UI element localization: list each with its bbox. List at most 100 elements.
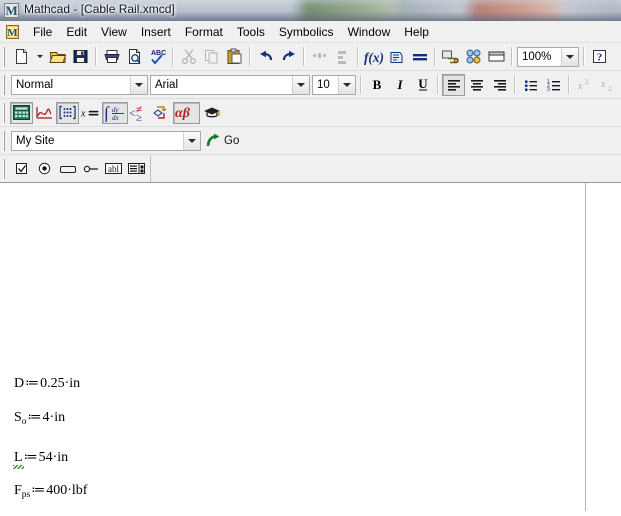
zoom-combo[interactable]: 100% xyxy=(517,46,579,67)
copy-icon[interactable] xyxy=(200,46,223,68)
zoom-dropdown-arrow-icon[interactable] xyxy=(561,47,578,66)
toolbar-separator xyxy=(357,47,359,66)
toolbar-separator xyxy=(511,47,513,66)
insert-hyperlink-icon[interactable] xyxy=(439,46,462,68)
font-size-dropdown-arrow-icon[interactable] xyxy=(338,75,355,94)
redo-icon[interactable] xyxy=(277,46,300,68)
document-worksheet[interactable]: D≔0.25·in So≔4·in L≔54·in Fps≔400·lbf w≔… xyxy=(0,182,621,511)
subscript-icon[interactable]: x 2 xyxy=(596,74,619,96)
eq-value: 0.25 xyxy=(40,376,65,391)
menu-view[interactable]: View xyxy=(94,23,134,41)
align-down-icon[interactable] xyxy=(331,46,354,68)
align-across-icon[interactable] xyxy=(308,46,331,68)
align-center-icon[interactable] xyxy=(465,74,488,96)
font-family-combo[interactable]: Arial xyxy=(150,74,310,95)
toolbar-separator xyxy=(172,47,174,66)
paragraph-style-combo[interactable]: Normal xyxy=(11,74,148,95)
new-document-dropdown-icon[interactable] xyxy=(33,46,46,68)
bulleted-list-icon[interactable] xyxy=(519,74,542,96)
menu-format[interactable]: Format xyxy=(178,23,230,41)
svg-text:2: 2 xyxy=(608,85,612,92)
graph-palette-icon[interactable] xyxy=(33,102,56,124)
print-icon[interactable] xyxy=(100,46,123,68)
align-right-icon[interactable] xyxy=(488,74,511,96)
eq-var-subscript: o xyxy=(21,417,27,427)
text-box-control-icon[interactable]: abl xyxy=(102,158,125,180)
menu-symbolics[interactable]: Symbolics xyxy=(272,23,341,41)
toolbar-separator xyxy=(249,47,251,66)
cut-icon[interactable] xyxy=(177,46,200,68)
insert-function-icon[interactable]: f(x) xyxy=(362,46,385,68)
font-family-value: Arial xyxy=(155,78,179,91)
save-icon[interactable] xyxy=(69,46,92,68)
undo-icon[interactable] xyxy=(254,46,277,68)
formatting-toolbar: Normal Arial 10 B I U 1 2 3 x 2 x 2 xyxy=(0,71,621,99)
svg-text:dx: dx xyxy=(112,114,120,122)
menu-insert[interactable]: Insert xyxy=(134,23,178,41)
equation-post-force[interactable]: Fps≔400·lbf xyxy=(14,484,87,501)
calculus-palette-icon[interactable]: ∫ dy dx xyxy=(102,101,128,124)
toolbar-gripper[interactable] xyxy=(2,158,8,179)
evaluation-palette-icon[interactable]: x xyxy=(79,102,102,124)
toolbar-separator xyxy=(303,47,305,66)
italic-icon[interactable]: I xyxy=(388,74,411,96)
toolbar-gripper[interactable] xyxy=(2,130,8,151)
underline-icon[interactable]: U xyxy=(411,74,434,96)
radio-button-control-icon[interactable] xyxy=(33,158,56,180)
svg-text:x: x xyxy=(600,79,606,90)
font-family-dropdown-arrow-icon[interactable] xyxy=(292,75,309,94)
toolbar-gripper[interactable] xyxy=(2,102,8,123)
menu-window[interactable]: Window xyxy=(341,23,398,41)
bold-icon[interactable]: B xyxy=(365,74,388,96)
menu-help[interactable]: Help xyxy=(397,23,436,41)
equation-spacing[interactable]: So≔4·in xyxy=(14,411,65,428)
web-address-dropdown-arrow-icon[interactable] xyxy=(183,131,200,150)
equation-length[interactable]: L≔54·in xyxy=(13,450,68,469)
svg-text:x: x xyxy=(80,108,86,119)
eq-var-subscript: ps xyxy=(21,490,31,500)
programming-palette-icon[interactable] xyxy=(150,102,173,124)
go-button[interactable]: Go xyxy=(202,133,243,149)
web-address-combo[interactable]: My Site xyxy=(11,130,201,151)
font-size-combo[interactable]: 10 xyxy=(312,74,356,95)
equation-diameter[interactable]: D≔0.25·in xyxy=(14,377,80,391)
calculator-palette-icon[interactable] xyxy=(10,101,33,124)
superscript-icon[interactable]: x 2 xyxy=(573,74,596,96)
menu-tools[interactable]: Tools xyxy=(230,23,272,41)
mathcad-document-icon[interactable]: M xyxy=(5,24,21,40)
menu-bar: M File Edit View Insert Format Tools Sym… xyxy=(0,21,621,43)
paragraph-style-dropdown-arrow-icon[interactable] xyxy=(130,75,147,94)
insert-unit-icon[interactable] xyxy=(385,46,408,68)
eq-var: S xyxy=(14,410,22,425)
eq-unit: lbf xyxy=(71,483,88,498)
checkbox-control-icon[interactable] xyxy=(10,158,33,180)
eq-value: 54 xyxy=(38,450,53,465)
list-box-control-icon[interactable] xyxy=(125,158,148,180)
new-document-icon[interactable] xyxy=(10,46,33,68)
open-icon[interactable] xyxy=(46,46,69,68)
numbered-list-icon[interactable]: 123 xyxy=(542,74,565,96)
toolbar-gripper[interactable] xyxy=(2,46,8,67)
calculate-icon[interactable] xyxy=(408,46,431,68)
toolbar-gripper[interactable] xyxy=(2,74,8,95)
spellcheck-icon[interactable]: ABC xyxy=(146,46,169,68)
matrix-palette-icon[interactable] xyxy=(56,101,79,124)
greek-palette-icon[interactable]: αβ xyxy=(173,101,200,124)
toolbar-separator xyxy=(583,47,585,66)
context-help-icon[interactable]: ? xyxy=(588,46,611,68)
menu-file[interactable]: File xyxy=(26,23,59,41)
insert-area-icon[interactable] xyxy=(485,46,508,68)
eq-value: 4 xyxy=(42,410,50,425)
symbolic-palette-icon[interactable] xyxy=(200,102,223,124)
align-left-icon[interactable] xyxy=(442,73,465,96)
menu-edit[interactable]: Edit xyxy=(59,23,94,41)
eq-value: 400 xyxy=(46,483,68,498)
slider-control-icon[interactable] xyxy=(79,158,102,180)
insert-component-icon[interactable] xyxy=(462,46,485,68)
svg-text:f(x): f(x) xyxy=(364,49,384,64)
push-button-control-icon[interactable] xyxy=(56,158,79,180)
paste-icon[interactable] xyxy=(223,46,246,68)
print-preview-icon[interactable] xyxy=(123,46,146,68)
svg-text:M: M xyxy=(7,27,18,39)
boolean-palette-icon[interactable]: < ≠ ≥ xyxy=(128,102,150,124)
